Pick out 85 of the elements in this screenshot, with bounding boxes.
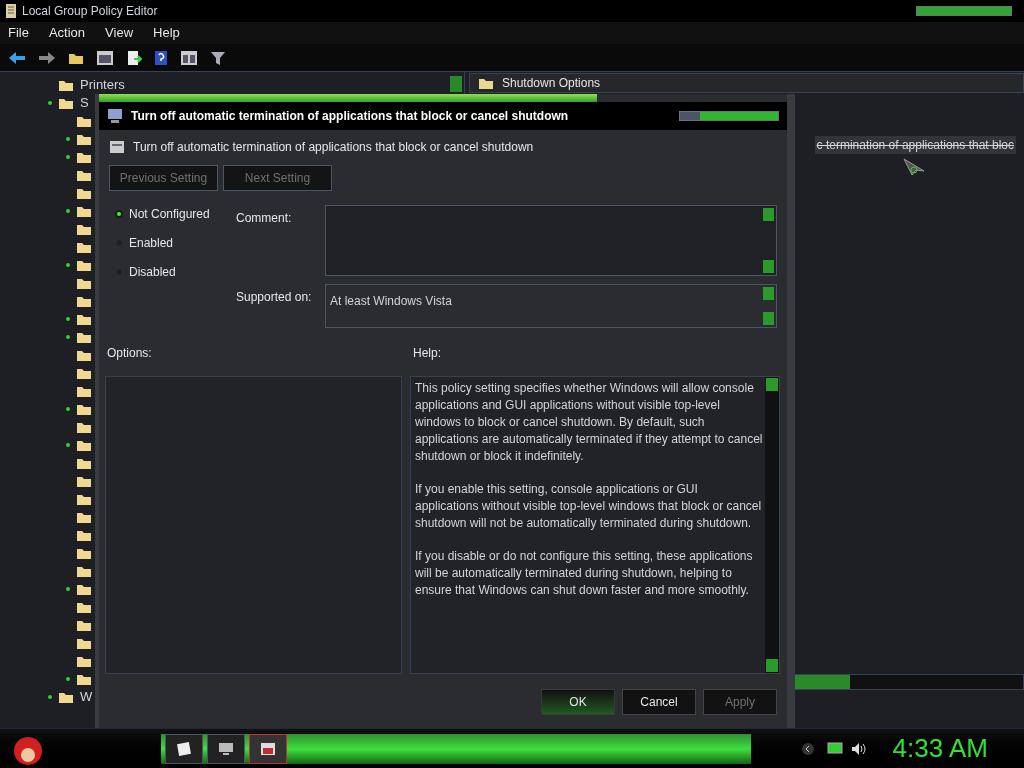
- tree-item[interactable]: Printers: [80, 75, 125, 95]
- folder-icon: [76, 492, 92, 506]
- folder-icon: [76, 582, 92, 596]
- folder-icon: [76, 546, 92, 560]
- window-controls[interactable]: [679, 111, 779, 121]
- folder-icon: [76, 384, 92, 398]
- folder-icon: [76, 438, 92, 452]
- computer-icon: [107, 108, 123, 124]
- console-icon: [260, 741, 276, 756]
- help-paragraph: This policy setting specifies whether Windows will allow console applications and GUI applications without visible top-level windows to block or cancel shutdown. By default, such applications are automatically terminated if they attempt to cancel shutdown or block it indefinitely.: [415, 380, 763, 465]
- folder-icon: [76, 204, 92, 218]
- tree-item[interactable]: S: [80, 93, 89, 113]
- folder-icon: [76, 150, 92, 164]
- note-icon: [177, 741, 191, 756]
- scrollbar-thumb[interactable]: [450, 76, 462, 92]
- folder-icon: [58, 78, 74, 92]
- folder-icon: [76, 222, 92, 236]
- radio-label: Disabled: [129, 263, 176, 281]
- list-row[interactable]: c termination of applications that bloc: [814, 136, 1016, 154]
- folder-icon: [76, 510, 92, 524]
- folder-icon: [76, 258, 92, 272]
- supported-label: Supported on:: [236, 289, 313, 306]
- folder-icon: [76, 402, 92, 416]
- help-icon[interactable]: [154, 49, 168, 66]
- console-icon[interactable]: [96, 49, 114, 66]
- folder-icon: [76, 474, 92, 488]
- cursor-icon: [902, 158, 926, 176]
- dialog-button[interactable]: Cancel: [622, 689, 696, 715]
- menu-item[interactable]: Action: [48, 23, 86, 43]
- computer-icon: [218, 741, 234, 756]
- radio-label: Enabled: [129, 234, 174, 252]
- monitor-icon[interactable]: [826, 741, 843, 756]
- radio-label: Not Configured: [129, 205, 210, 223]
- settings-icon: [109, 140, 125, 154]
- folder-icon: [76, 312, 92, 326]
- menu-item[interactable]: Help: [153, 23, 180, 43]
- folder-icon: [76, 618, 92, 632]
- folder-icon: [76, 276, 92, 290]
- folder-icon: [58, 96, 74, 110]
- folder-icon: [76, 600, 92, 614]
- folder-icon: [76, 456, 92, 470]
- taskbar-item[interactable]: [207, 733, 245, 764]
- setting-heading: Turn off automatic termination of applications that block or cancel shutdown: [133, 139, 534, 156]
- scroll-icon: [4, 3, 18, 19]
- window-title: Local Group Policy Editor: [22, 3, 158, 20]
- help-label: Help:: [413, 345, 441, 362]
- panel-icon[interactable]: [180, 49, 198, 66]
- folder-icon: [76, 420, 92, 434]
- supported-value: At least Windows Vista: [330, 294, 452, 308]
- filter-icon[interactable]: [210, 49, 226, 66]
- back-icon[interactable]: [8, 50, 26, 65]
- tree-item[interactable]: W: [80, 687, 93, 707]
- folder-icon: [76, 132, 92, 146]
- taskbar-item[interactable]: [249, 733, 287, 764]
- export-icon[interactable]: [126, 49, 142, 66]
- comment-label: Comment:: [236, 210, 293, 227]
- options-label: Options:: [107, 345, 153, 362]
- speaker-icon[interactable]: [850, 741, 867, 756]
- folder-icon: [478, 76, 494, 90]
- folder-icon: [76, 636, 92, 650]
- details-header: Shutdown Options: [469, 73, 1024, 93]
- folder-icon: [58, 690, 74, 704]
- folder-icon: [76, 366, 92, 380]
- help-paragraph: If you disable or do not configure this setting, these applications will be automatically terminated during shutdown, helping to ensure that Windows can shut down faster and more smoothly.: [415, 548, 754, 599]
- help-paragraph: If you enable this setting, console applications or GUI applications without visible top-level windows that block or cancel shutdown will not be automatically terminated during shutdown.: [415, 481, 763, 532]
- folder-icon: [76, 186, 92, 200]
- folder-icon: [76, 240, 92, 254]
- menu-item[interactable]: File: [8, 23, 29, 43]
- menu-item[interactable]: View: [105, 23, 134, 43]
- radio-button[interactable]: [115, 209, 123, 218]
- taskbar-item[interactable]: [165, 733, 203, 764]
- folder-icon: [76, 564, 92, 578]
- folder-icon: [76, 672, 92, 686]
- forward-icon[interactable]: [38, 50, 56, 65]
- clock[interactable]: 4:33 AM: [892, 729, 988, 768]
- folder-icon: [76, 330, 92, 344]
- folder-icon: [76, 528, 92, 542]
- folder-icon: [76, 654, 92, 668]
- folder-icon: [76, 294, 92, 308]
- folder-icon: [76, 114, 92, 128]
- folder-icon: [76, 348, 92, 362]
- dialog-button[interactable]: OK: [541, 689, 615, 715]
- dialog-title: Turn off automatic termination of applications that block or cancel shutdown: [131, 108, 569, 125]
- folder-icon: [76, 168, 92, 182]
- chevron-icon[interactable]: [800, 741, 815, 756]
